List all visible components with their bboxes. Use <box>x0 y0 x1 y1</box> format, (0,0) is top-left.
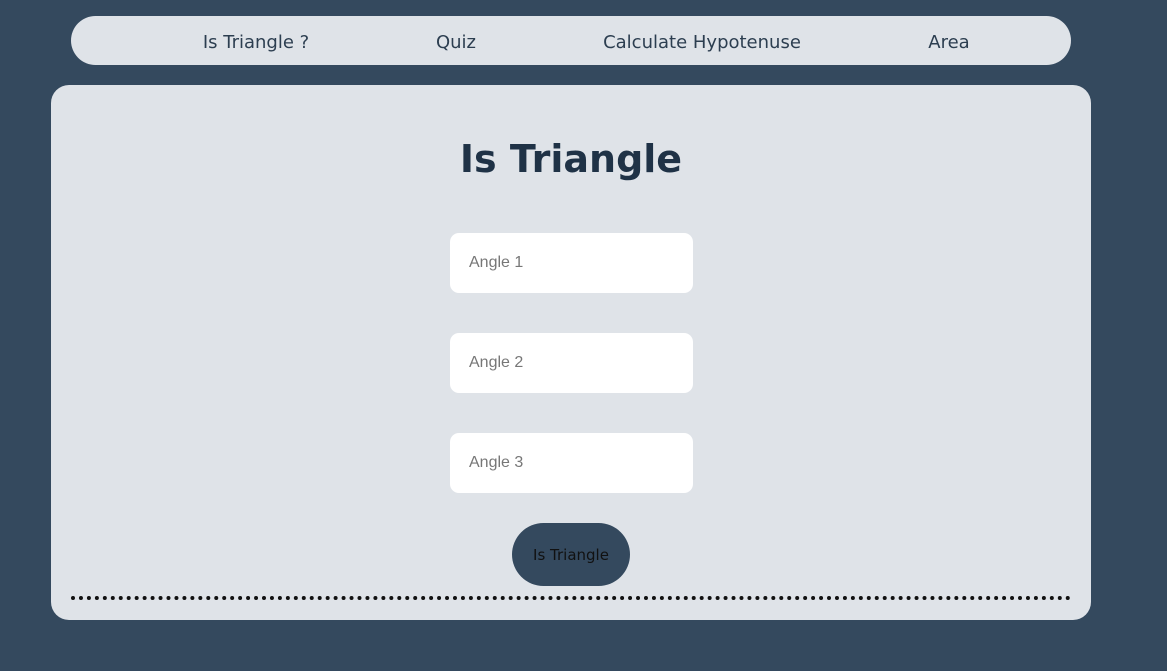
angle-2-input[interactable] <box>450 333 693 393</box>
nav-link-quiz[interactable]: Quiz <box>436 16 476 65</box>
main-panel: Is Triangle Is Triangle <box>51 85 1091 620</box>
page-title: Is Triangle <box>459 137 683 181</box>
nav-link-is-triangle[interactable]: Is Triangle ? <box>203 16 309 65</box>
angle-3-input[interactable] <box>450 433 693 493</box>
nav-link-area[interactable]: Area <box>928 16 969 65</box>
angle-1-input[interactable] <box>450 233 693 293</box>
is-triangle-button[interactable]: Is Triangle <box>512 523 630 586</box>
dotted-divider <box>71 596 1071 600</box>
nav-link-calculate-hypotenuse[interactable]: Calculate Hypotenuse <box>603 16 801 65</box>
top-navbar: Is Triangle ? Quiz Calculate Hypotenuse … <box>71 16 1071 65</box>
